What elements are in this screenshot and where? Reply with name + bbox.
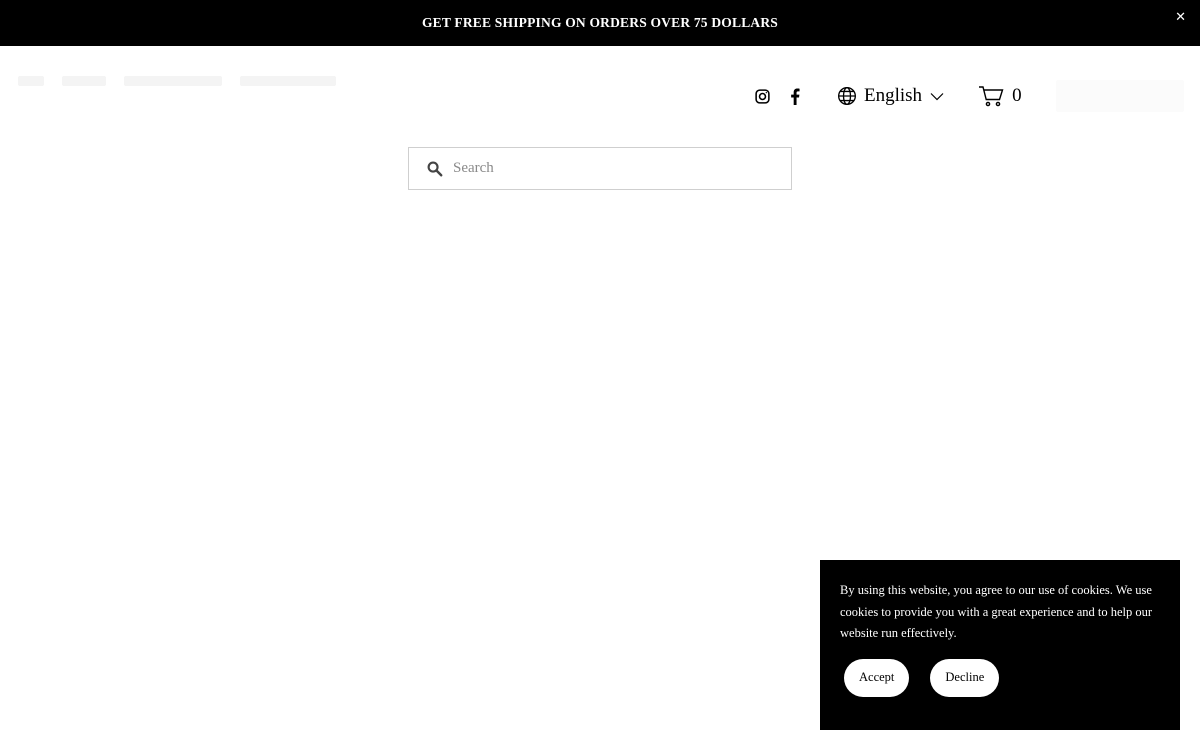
cart-count: 0 bbox=[1012, 85, 1022, 106]
close-icon[interactable]: ✕ bbox=[1175, 10, 1186, 25]
nav-placeholder bbox=[62, 76, 106, 86]
cookie-actions: Accept Decline bbox=[840, 658, 1160, 697]
language-selector[interactable]: English bbox=[837, 85, 944, 107]
nav-placeholder bbox=[18, 76, 44, 86]
cart-button[interactable]: 0 bbox=[978, 85, 1022, 107]
search-input[interactable] bbox=[453, 160, 773, 177]
chevron-down-icon bbox=[930, 92, 944, 101]
language-label: English bbox=[864, 85, 923, 106]
header-actions: English 0 bbox=[752, 84, 1022, 108]
nav-placeholder bbox=[240, 76, 336, 86]
cookie-banner: By using this website, you agree to our … bbox=[820, 560, 1180, 730]
globe-icon bbox=[837, 86, 857, 106]
search-icon bbox=[426, 160, 443, 177]
site-header: English 0 bbox=[0, 46, 1200, 146]
accept-button[interactable]: Accept bbox=[844, 658, 910, 697]
search-bar bbox=[408, 147, 792, 190]
instagram-icon[interactable] bbox=[752, 86, 772, 106]
nav-placeholder bbox=[124, 76, 222, 86]
site-navigation bbox=[18, 76, 336, 86]
header-button-placeholder bbox=[1056, 80, 1184, 112]
announcement-text: GET FREE SHIPPING ON ORDERS OVER 75 DOLL… bbox=[421, 15, 779, 30]
decline-button[interactable]: Decline bbox=[930, 658, 1000, 697]
facebook-icon[interactable] bbox=[785, 86, 805, 106]
announcement-bar: GET FREE SHIPPING ON ORDERS OVER 75 DOLL… bbox=[0, 0, 1200, 46]
cart-icon bbox=[978, 85, 1004, 107]
cookie-message: By using this website, you agree to our … bbox=[840, 583, 1153, 640]
